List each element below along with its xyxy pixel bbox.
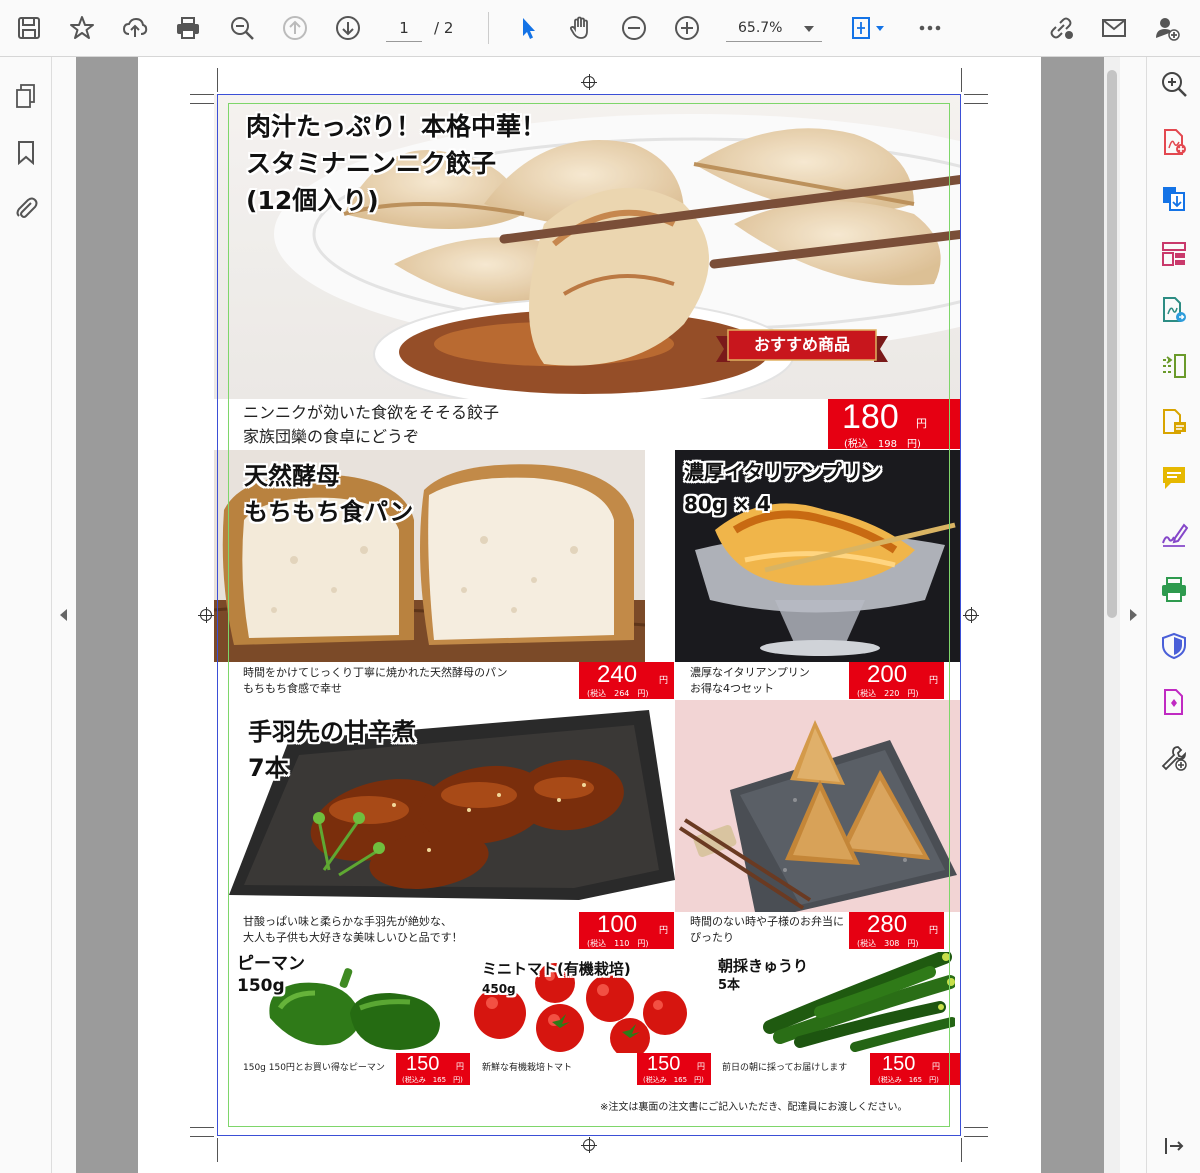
collapse-left-pane-icon[interactable] (60, 609, 67, 621)
collapse-tools-pane-icon[interactable] (1159, 1131, 1189, 1161)
export-pdf-icon[interactable] (1159, 183, 1189, 213)
star-icon[interactable] (66, 12, 98, 44)
cloud-upload-icon[interactable] (119, 12, 151, 44)
combine-files-icon[interactable] (1159, 295, 1189, 325)
comment-icon[interactable] (1159, 463, 1189, 493)
bookmark-icon[interactable] (13, 139, 41, 167)
fill-sign-icon[interactable] (1159, 519, 1189, 549)
collapse-right-pane-icon[interactable] (1130, 609, 1137, 621)
total-pages-label: / 2 (434, 19, 454, 37)
crop-mark (217, 1138, 218, 1162)
email-icon[interactable] (1098, 12, 1130, 44)
registration-mark (198, 607, 214, 623)
zoom-level-dropdown[interactable]: 65.7% (726, 14, 822, 42)
page-indicator: 1 / 2 (386, 14, 476, 42)
page-thumbnails-icon[interactable] (13, 83, 41, 111)
crop-mark (961, 68, 962, 92)
search-zoom-icon[interactable] (1159, 69, 1189, 99)
crop-mark (964, 1136, 988, 1137)
crop-mark (217, 68, 218, 92)
crop-mark (190, 1127, 214, 1128)
crop-mark (964, 1127, 988, 1128)
print-icon[interactable] (172, 12, 204, 44)
crop-mark (190, 94, 214, 95)
crop-mark (964, 94, 988, 95)
chevron-down-icon (804, 26, 814, 32)
next-page-icon[interactable] (332, 12, 364, 44)
print-production-icon[interactable] (1159, 575, 1189, 605)
current-page-input[interactable]: 1 (386, 14, 422, 42)
save-icon[interactable] (13, 12, 45, 44)
registration-mark (963, 607, 979, 623)
more-options-icon[interactable] (914, 12, 946, 44)
select-cursor-icon[interactable] (512, 12, 544, 44)
create-pdf-icon[interactable] (1159, 127, 1189, 157)
attachment-icon[interactable] (13, 195, 41, 223)
zoom-level-value: 65.7% (738, 20, 783, 36)
left-navigation-pane (0, 57, 52, 1173)
zoom-out-icon[interactable] (618, 12, 650, 44)
top-toolbar: 1 / 2 65.7% (0, 0, 1200, 57)
safe-area-box (228, 103, 950, 1127)
edit-pdf-icon[interactable] (1159, 407, 1189, 437)
organize-pages-icon[interactable] (1159, 239, 1189, 269)
zoom-out-search-icon[interactable] (226, 12, 258, 44)
crop-mark (961, 1138, 962, 1162)
rich-media-icon[interactable] (1159, 687, 1189, 717)
protect-shield-icon[interactable] (1159, 631, 1189, 661)
add-user-icon[interactable] (1151, 12, 1183, 44)
page-fit-icon[interactable] (846, 12, 890, 44)
hand-tool-icon[interactable] (565, 12, 597, 44)
previous-page-icon[interactable] (279, 12, 311, 44)
more-tools-icon[interactable] (1159, 743, 1189, 773)
right-tools-pane (1146, 57, 1200, 1173)
zoom-in-icon[interactable] (671, 12, 703, 44)
toolbar-divider (488, 12, 489, 44)
compare-files-icon[interactable] (1159, 351, 1189, 381)
share-link-icon[interactable] (1045, 12, 1077, 44)
crop-mark (964, 103, 988, 104)
scrollbar-thumb[interactable] (1107, 70, 1117, 618)
crop-mark (190, 1136, 214, 1137)
registration-mark (581, 74, 597, 90)
registration-mark (581, 1137, 597, 1153)
crop-mark (190, 103, 214, 104)
